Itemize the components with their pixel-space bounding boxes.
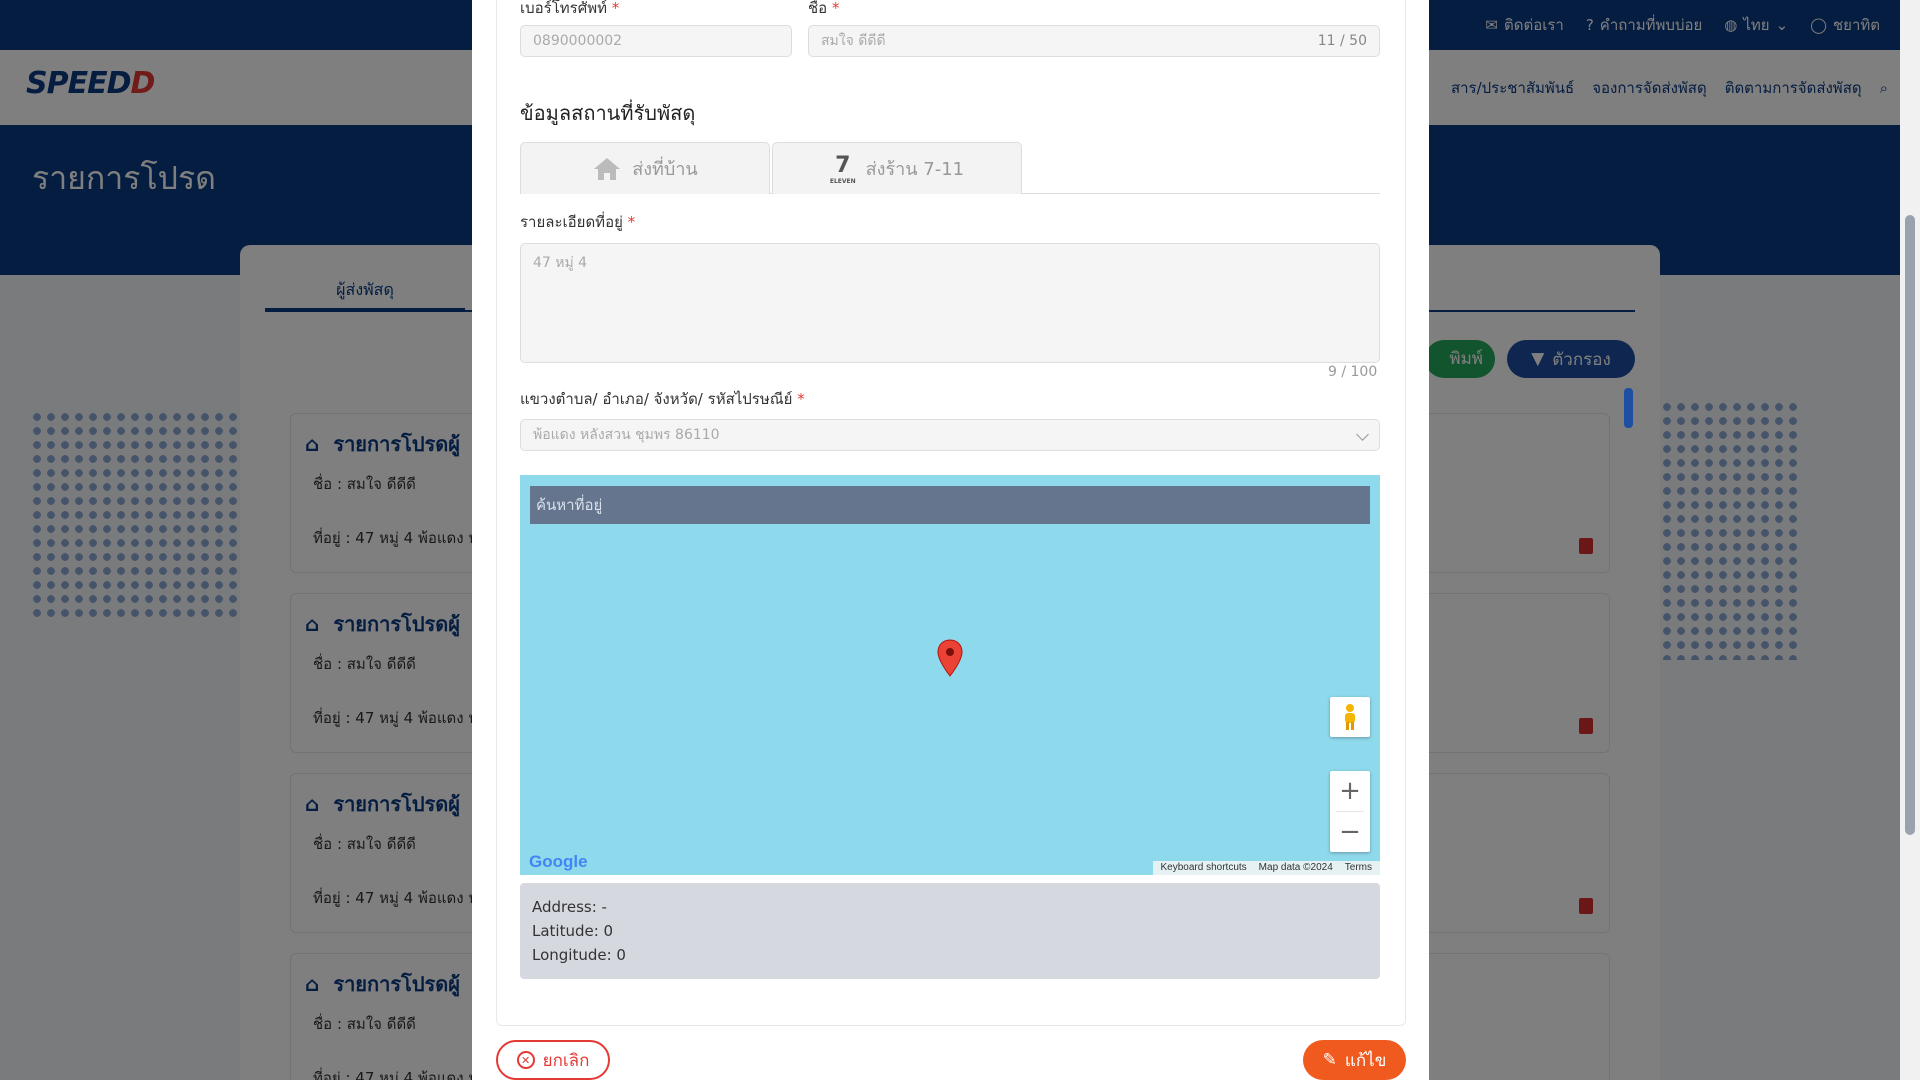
address-value: 47 หมู่ 4 xyxy=(533,255,588,271)
keyboard-shortcuts-link[interactable]: Keyboard shortcuts xyxy=(1161,861,1247,875)
edit-favorite-modal: เบอร์โทรศัพท์ * 0890000002 ชื่อ * สมใจ ด… xyxy=(472,0,1429,1080)
section-title: ข้อมูลสถานที่รับพัสดุ xyxy=(520,101,696,125)
address-label: รายละเอียดที่อยู่ * xyxy=(520,210,635,234)
delivery-tabs: ส่งที่บ้าน 7 ELEVEN ส่งร้าน 7-11 xyxy=(520,142,1380,194)
tab-home-label: ส่งที่บ้าน xyxy=(632,159,698,180)
phone-field[interactable]: 0890000002 xyxy=(520,25,792,57)
tab-home-delivery[interactable]: ส่งที่บ้าน xyxy=(520,142,770,194)
required-mark: * xyxy=(611,0,620,17)
tab-seven-eleven[interactable]: 7 ELEVEN ส่งร้าน 7-11 xyxy=(772,142,1022,194)
cancel-button[interactable]: ✕ ยกเลิก xyxy=(496,1040,610,1080)
seven-eleven-icon: 7 ELEVEN xyxy=(830,153,856,185)
required-mark: * xyxy=(627,213,636,231)
google-logo: Google xyxy=(529,852,588,871)
location-info-panel: Address: - Latitude: 0 Longitude: 0 xyxy=(520,883,1380,979)
address-label-text: รายละเอียดที่อยู่ xyxy=(520,213,623,231)
district-label: แขวงตำบล/ อำเภอ/ จังหวัด/ รหัสไปรษณีย์ * xyxy=(520,387,805,411)
map-zoom-control: + − xyxy=(1330,771,1370,852)
district-label-text: แขวงตำบล/ อำเภอ/ จังหวัด/ รหัสไปรษณีย์ xyxy=(520,390,793,408)
district-value: พ้อแดง หลังสวน ชุมพร 86110 xyxy=(533,427,720,443)
name-label: ชื่อ * xyxy=(808,0,839,20)
page-scrollbar-thumb[interactable] xyxy=(1905,215,1915,835)
edit-icon: ✎ xyxy=(1322,1050,1337,1070)
phone-value: 0890000002 xyxy=(533,33,623,49)
list-scrollbar-thumb[interactable] xyxy=(1624,388,1633,428)
map-data-text: Map data ©2024 xyxy=(1258,862,1333,873)
cancel-label: ยกเลิก xyxy=(542,1050,590,1071)
name-label-text: ชื่อ xyxy=(808,0,828,17)
close-circle-icon: ✕ xyxy=(516,1051,535,1069)
name-field[interactable]: สมใจ ดีดีดี 11 / 50 xyxy=(808,25,1380,57)
map-attribution: Keyboard shortcuts Map data ©2024 Terms xyxy=(1152,861,1380,875)
house-icon xyxy=(594,157,621,180)
address-counter: 9 / 100 xyxy=(1328,364,1378,380)
street-view-pegman-icon[interactable] xyxy=(1330,697,1370,737)
name-value: สมใจ ดีดีดี xyxy=(821,33,886,49)
edit-label: แก้ไข xyxy=(1344,1050,1387,1071)
info-longitude: Longitude: 0 xyxy=(532,946,626,964)
map-pin-icon[interactable] xyxy=(937,639,963,677)
eleven-text: ELEVEN xyxy=(829,177,856,185)
map-search-input[interactable]: ค้นหาที่อยู่ xyxy=(530,486,1370,524)
tab-store-label: ส่งร้าน 7-11 xyxy=(865,159,965,180)
google-map[interactable]: ค้นหาที่อยู่ + − Google Keyboard shortcu… xyxy=(520,475,1380,875)
phone-label: เบอร์โทรศัพท์ * xyxy=(520,0,619,20)
address-textarea[interactable]: 47 หมู่ 4 xyxy=(520,243,1380,363)
info-address: Address: - xyxy=(532,898,607,916)
district-select[interactable]: พ้อแดง หลังสวน ชุมพร 86110 xyxy=(520,419,1380,451)
chevron-down-icon xyxy=(1356,428,1369,441)
zoom-in-icon[interactable]: + xyxy=(1330,771,1370,811)
phone-label-text: เบอร์โทรศัพท์ xyxy=(520,0,608,17)
required-mark: * xyxy=(831,0,840,17)
seven-glyph: 7 xyxy=(835,152,851,178)
name-counter: 11 / 50 xyxy=(1317,33,1367,49)
required-mark: * xyxy=(797,390,805,408)
info-latitude: Latitude: 0 xyxy=(532,922,614,940)
edit-button[interactable]: ✎ แก้ไข xyxy=(1303,1040,1406,1080)
page-scrollbar[interactable] xyxy=(1900,0,1920,1080)
map-search-placeholder: ค้นหาที่อยู่ xyxy=(536,496,603,514)
zoom-out-icon[interactable]: − xyxy=(1330,812,1370,852)
terms-link[interactable]: Terms xyxy=(1345,861,1372,875)
